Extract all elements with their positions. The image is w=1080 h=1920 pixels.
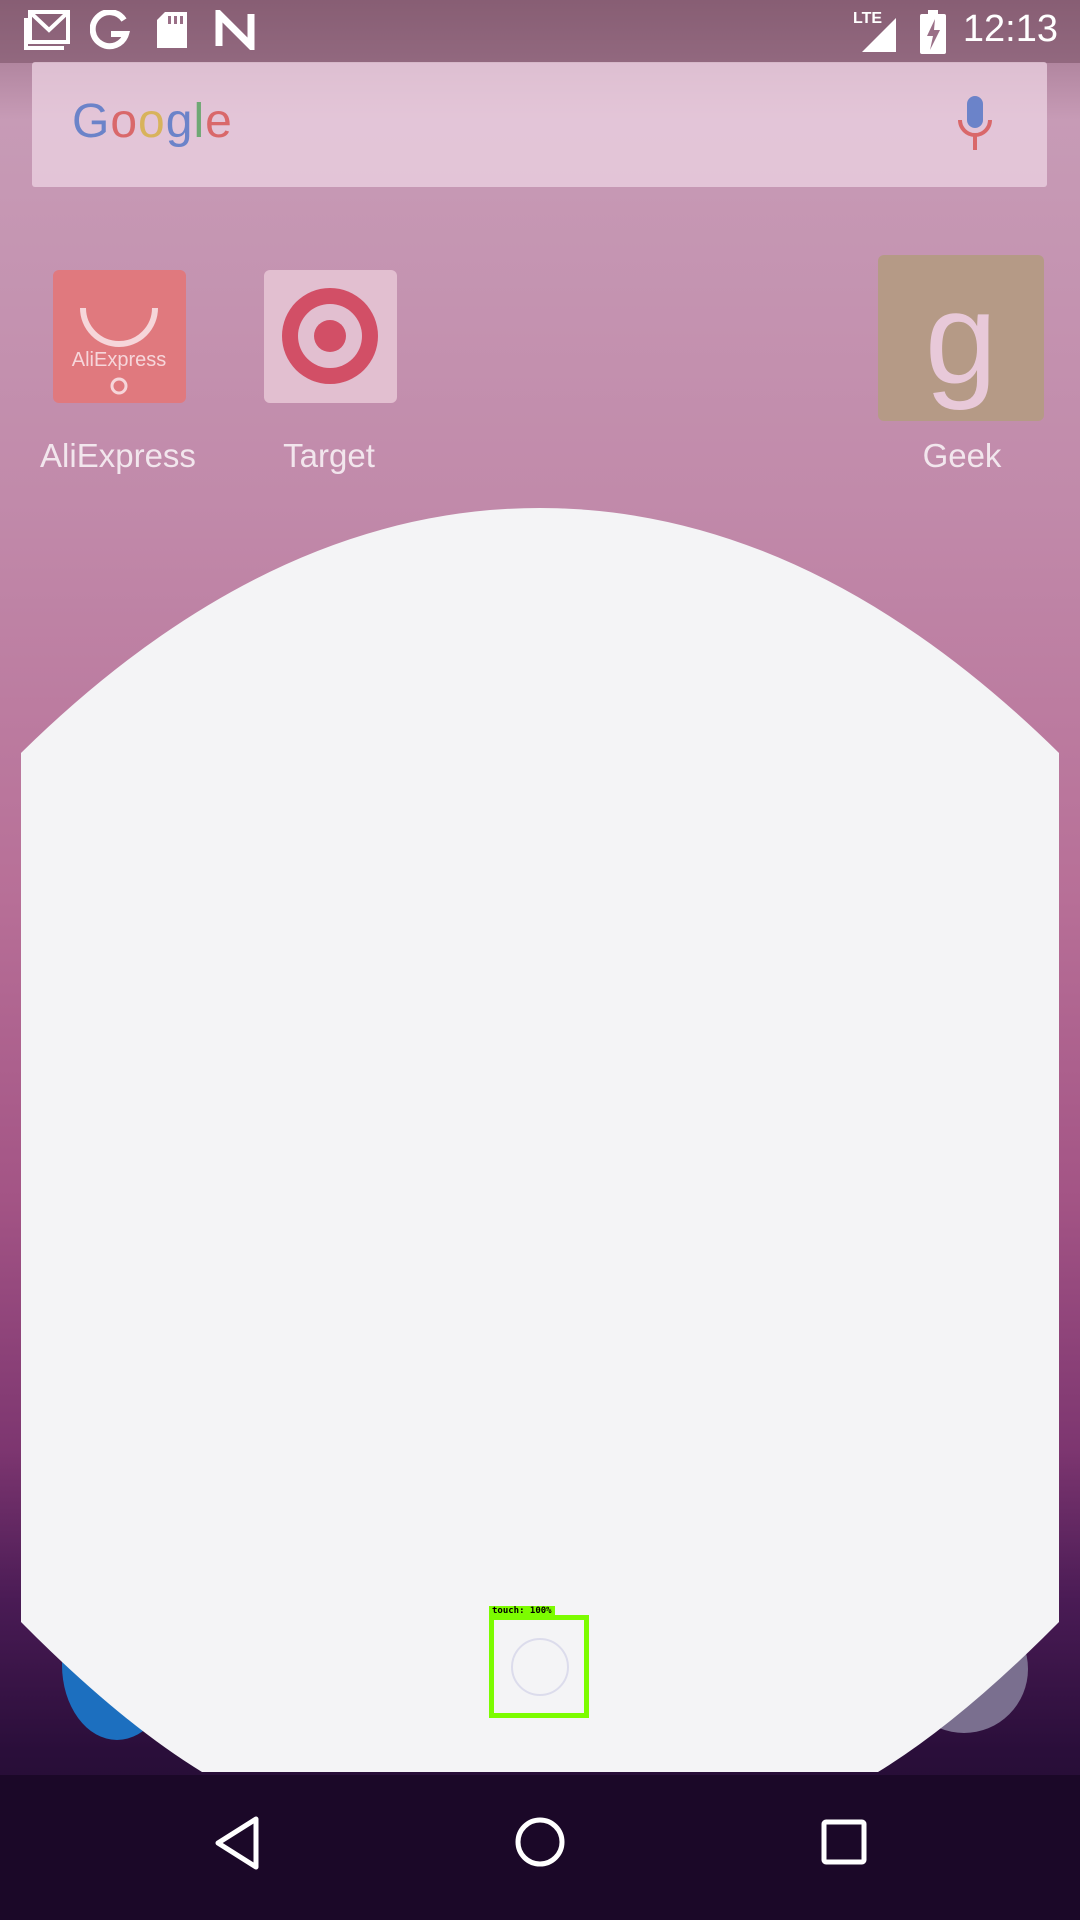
recents-icon[interactable] — [820, 1818, 868, 1866]
home-icon[interactable] — [513, 1815, 567, 1869]
touch-detection-box — [489, 1615, 589, 1718]
navigation-bar — [0, 1775, 1080, 1920]
back-icon[interactable] — [212, 1815, 262, 1871]
touch-detection-label: touch: 100% — [489, 1606, 555, 1617]
